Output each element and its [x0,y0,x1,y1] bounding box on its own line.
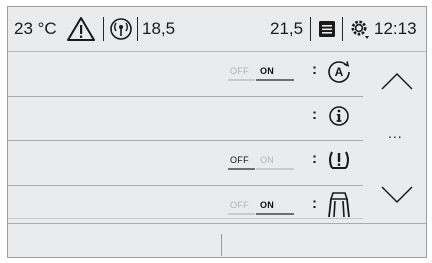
display-screen: 23 °C 18,5 21,5 12:13 OFF ON: A: OFF O… [7,6,427,258]
status-bar: 23 °C 18,5 21,5 12:13 [8,7,426,52]
toggle-off-label: OFF [230,200,249,210]
row-separator: : [312,150,317,167]
toggle-track [228,213,255,215]
bottom-bar [8,223,426,257]
toggle-active-indicator [256,213,294,215]
chevron-down-icon[interactable] [380,185,414,210]
toggle-switch[interactable]: OFF ON [223,155,295,170]
clock-time: 12:13 [374,19,417,38]
toggle-active-indicator [228,168,255,170]
row-divider [8,218,363,219]
setting-row-tyre-pressure[interactable]: OFF ON : [8,141,363,185]
row-separator: : [312,61,317,78]
toggle-off-label: OFF [230,66,249,76]
status-divider [103,17,104,41]
toggle-off-label: OFF [230,155,249,165]
toggle-on-label: ON [260,200,275,210]
right-value: 21,5 [270,19,304,38]
tyre-pressure-warning-icon [326,147,352,173]
toggle-on-label: ON [260,66,275,76]
status-divider [310,17,311,41]
more-indicator: ... [388,125,403,141]
row-separator: : [312,195,317,212]
row-separator: : [312,106,317,123]
outside-temperature: 23 °C [14,19,57,38]
toggle-switch[interactable]: OFF ON [223,200,295,215]
auto-stop-start-icon: A [326,58,352,84]
info-icon [326,103,352,129]
toggle-track [228,79,255,81]
chevron-up-icon[interactable] [380,71,414,96]
toggle-active-indicator [256,79,294,81]
svg-text:A: A [335,65,344,79]
settings-gear-icon[interactable] [348,7,372,51]
radio-antenna-icon[interactable] [109,7,133,51]
toggle-track [256,168,294,170]
bottom-divider [221,234,222,256]
setting-row-info[interactable]: : [8,97,363,141]
notepad-icon[interactable] [318,7,336,51]
warning-triangle-icon[interactable] [66,7,96,51]
lane-assist-icon [326,189,352,218]
status-divider [137,17,138,41]
setting-row-auto-stop-start[interactable]: OFF ON : A [8,52,363,96]
status-divider [342,17,343,41]
toggle-on-label: ON [260,155,275,165]
toggle-switch[interactable]: OFF ON [223,66,295,81]
frequency-value: 18,5 [142,19,176,38]
